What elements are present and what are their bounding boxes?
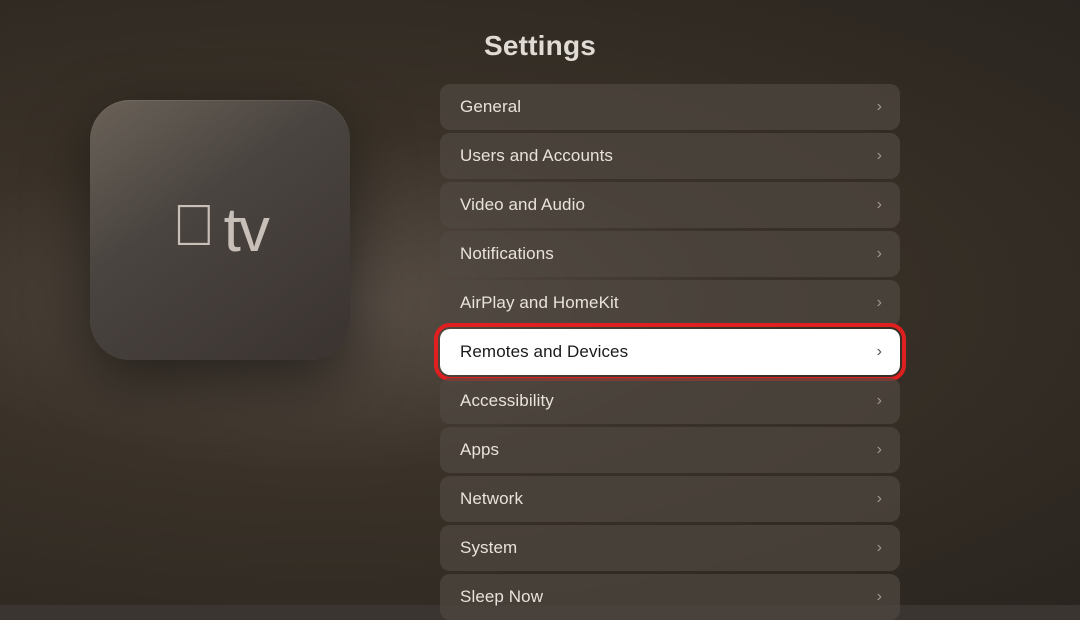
chevron-icon-airplay-homekit: ›: [877, 294, 882, 312]
chevron-icon-notifications: ›: [877, 245, 882, 263]
settings-list: General›Users and Accounts›Video and Aud…: [440, 80, 900, 620]
settings-item-remotes-devices[interactable]: Remotes and Devices ›: [440, 329, 900, 375]
settings-item-label-accessibility: Accessibility: [460, 391, 554, 411]
settings-item-notifications[interactable]: Notifications ›: [440, 231, 900, 277]
settings-item-system[interactable]: System ›: [440, 525, 900, 571]
settings-item-accessibility[interactable]: Accessibility ›: [440, 378, 900, 424]
settings-item-label-users-accounts: Users and Accounts: [460, 146, 613, 166]
page-title: Settings: [484, 30, 596, 62]
settings-item-general[interactable]: General ›: [440, 84, 900, 130]
apple-logo-icon: : [172, 197, 216, 255]
chevron-icon-users-accounts: ›: [877, 147, 882, 165]
settings-item-apps[interactable]: Apps ›: [440, 427, 900, 473]
settings-item-network[interactable]: Network ›: [440, 476, 900, 522]
atv-logo:  tv: [172, 195, 268, 266]
settings-item-users-accounts[interactable]: Users and Accounts ›: [440, 133, 900, 179]
settings-item-label-video-audio: Video and Audio: [460, 195, 585, 215]
settings-item-label-network: Network: [460, 489, 523, 509]
chevron-icon-network: ›: [877, 490, 882, 508]
settings-item-label-remotes-devices: Remotes and Devices: [460, 342, 628, 362]
chevron-icon-accessibility: ›: [877, 392, 882, 410]
chevron-icon-system: ›: [877, 539, 882, 557]
tv-label: tv: [224, 195, 268, 266]
settings-item-label-apps: Apps: [460, 440, 499, 460]
apple-tv-device:  tv: [90, 100, 350, 360]
settings-item-sleep-now[interactable]: Sleep Now ›: [440, 574, 900, 620]
chevron-icon-video-audio: ›: [877, 196, 882, 214]
settings-item-label-sleep-now: Sleep Now: [460, 587, 543, 607]
settings-item-airplay-homekit[interactable]: AirPlay and HomeKit ›: [440, 280, 900, 326]
settings-item-video-audio[interactable]: Video and Audio ›: [440, 182, 900, 228]
settings-item-label-general: General: [460, 97, 521, 117]
chevron-icon-remotes-devices: ›: [877, 343, 882, 361]
chevron-icon-general: ›: [877, 98, 882, 116]
chevron-icon-apps: ›: [877, 441, 882, 459]
settings-item-label-notifications: Notifications: [460, 244, 554, 264]
device-area:  tv: [60, 80, 380, 360]
chevron-icon-sleep-now: ›: [877, 588, 882, 606]
main-area:  tv General›Users and Accounts›Video an…: [0, 80, 1080, 620]
settings-item-label-airplay-homekit: AirPlay and HomeKit: [460, 293, 619, 313]
main-content: Settings  tv General›Users and Accounts…: [0, 0, 1080, 605]
settings-item-label-system: System: [460, 538, 517, 558]
